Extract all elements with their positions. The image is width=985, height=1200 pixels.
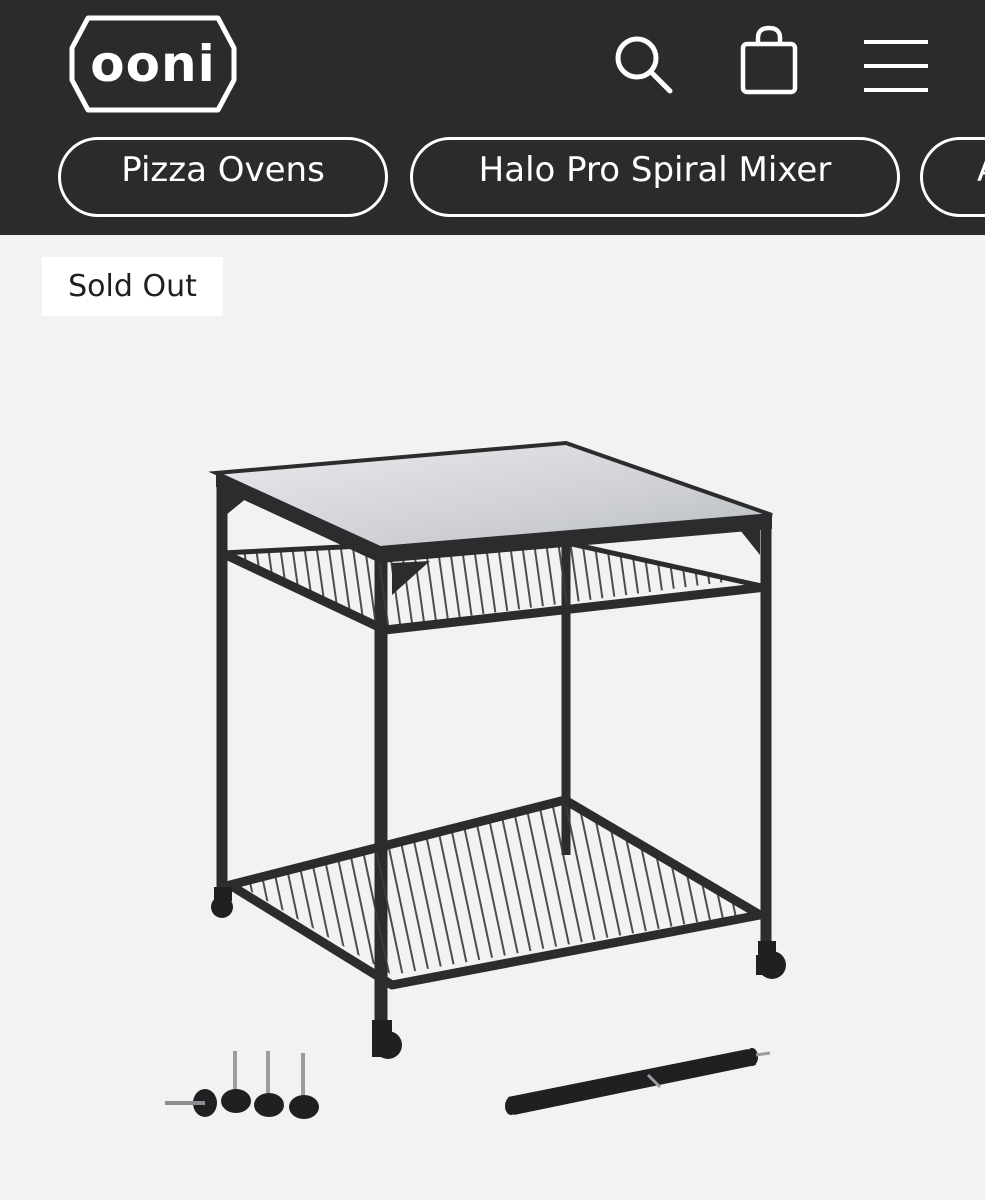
sold-out-badge: Sold Out xyxy=(42,257,223,316)
logo-text: ooni xyxy=(90,35,216,93)
category-pill-partial[interactable]: A xyxy=(920,137,985,217)
hamburger-menu-icon[interactable] xyxy=(862,38,930,94)
category-pill-halo-pro-spiral-mixer[interactable]: Halo Pro Spiral Mixer xyxy=(410,137,900,217)
shopping-bag-icon[interactable] xyxy=(738,24,800,96)
search-icon[interactable] xyxy=(612,33,674,95)
caster-left xyxy=(211,887,233,918)
product-image-table xyxy=(165,440,786,1119)
ooni-logo[interactable]: ooni xyxy=(66,12,240,116)
site-header: ooni Pizza Ovens Halo Pro Spiral Mixer A xyxy=(0,0,985,235)
product-gallery[interactable]: Sold Out xyxy=(0,235,985,1200)
category-pill-pizza-ovens[interactable]: Pizza Ovens xyxy=(58,137,388,217)
